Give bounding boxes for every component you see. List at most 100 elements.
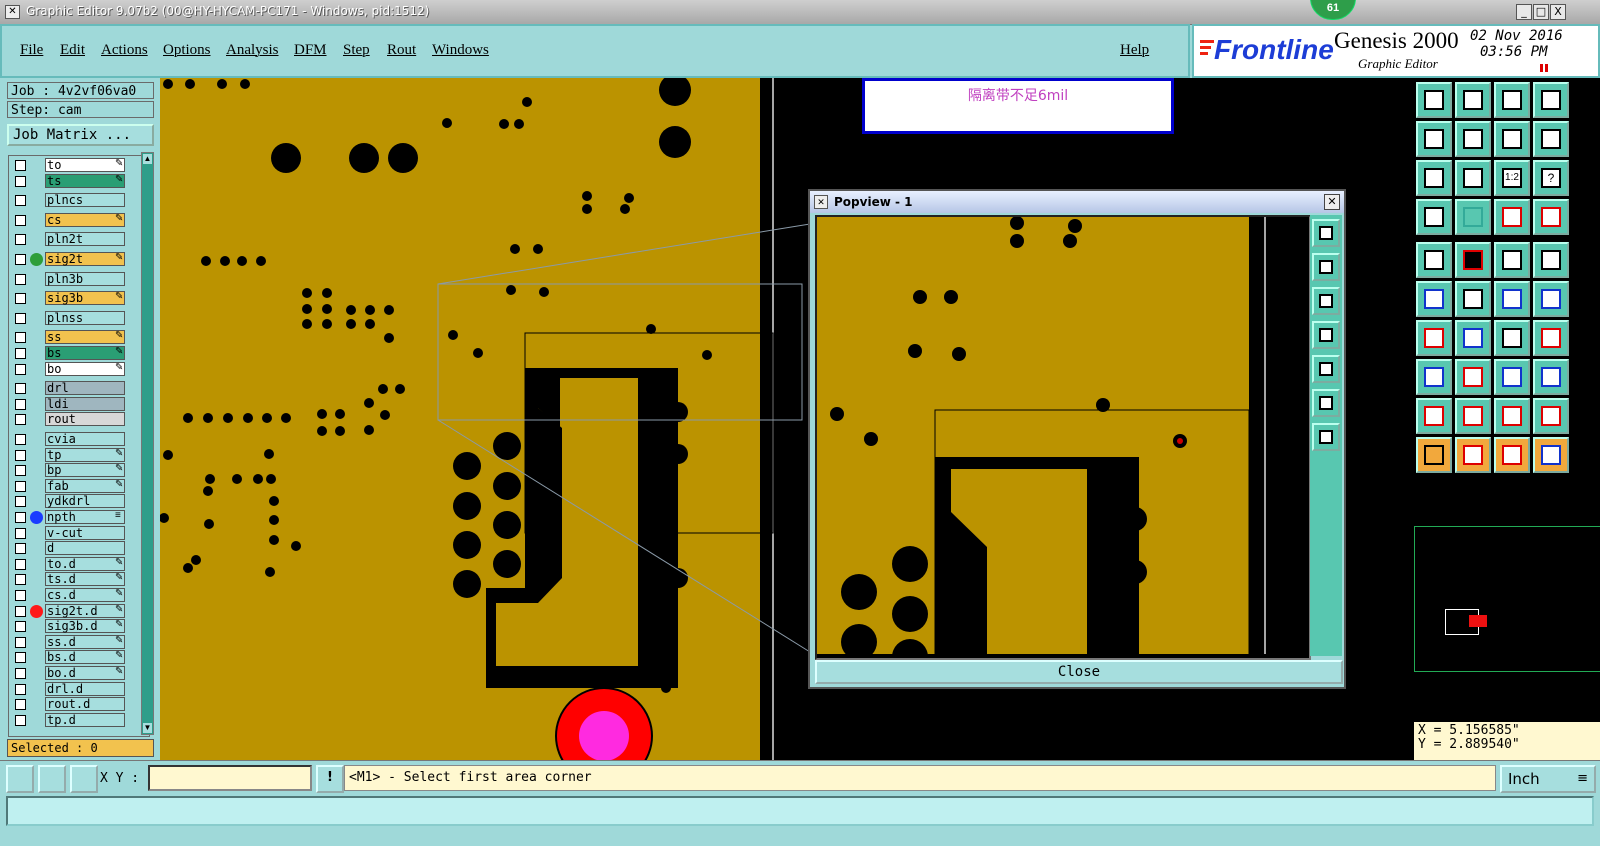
menu-dfm[interactable]: DFM xyxy=(294,42,327,59)
layer-settings-icon[interactable] xyxy=(1416,199,1452,235)
layer-row-sig3b[interactable]: sig3b ✎ xyxy=(9,291,131,306)
menu-file[interactable]: File xyxy=(20,42,43,59)
layer-name[interactable]: drl xyxy=(45,381,125,396)
layer-name[interactable]: to xyxy=(45,158,125,172)
layer-name[interactable]: ss.d xyxy=(45,634,125,649)
layer-name[interactable]: tp xyxy=(45,447,125,462)
menu-actions[interactable]: Actions xyxy=(101,42,148,59)
help-icon[interactable]: ? xyxy=(1533,160,1569,196)
home-icon[interactable] xyxy=(1494,82,1530,118)
layer-checkbox[interactable] xyxy=(15,348,26,359)
layer-row-bo[interactable]: bo ✎ xyxy=(9,361,131,377)
menu-options[interactable]: Options xyxy=(163,42,211,59)
layer-name[interactable]: pln2t xyxy=(45,232,125,247)
split-icon[interactable] xyxy=(1533,320,1569,356)
menu-help[interactable]: Help xyxy=(1120,42,1149,59)
layer-name[interactable]: plncs xyxy=(45,193,125,208)
layer-checkbox[interactable] xyxy=(15,414,26,426)
layer-name[interactable]: plnss xyxy=(45,310,125,325)
layer-name[interactable]: cs xyxy=(45,212,125,227)
layer-row-cs[interactable]: cs ✎ xyxy=(9,212,131,228)
scale-one-to-two-icon[interactable]: 1:2 xyxy=(1494,160,1530,196)
popview-pan-right-button[interactable] xyxy=(1312,355,1340,383)
layer-checkbox[interactable] xyxy=(15,363,26,375)
layer-row-ts[interactable]: ts ✎ xyxy=(9,173,131,189)
popview-center-button[interactable] xyxy=(1312,423,1340,451)
layer-checkbox[interactable] xyxy=(15,465,26,477)
layer-row-tp-d[interactable]: tp.d xyxy=(9,712,131,728)
zoom-down-icon[interactable] xyxy=(1455,82,1491,118)
layer-checkbox[interactable] xyxy=(15,234,26,246)
layer-name[interactable]: d xyxy=(45,541,125,556)
layer-checkbox[interactable] xyxy=(15,605,26,617)
layer-name[interactable]: rout xyxy=(45,412,125,427)
move-node-icon[interactable] xyxy=(1533,281,1569,317)
net-trace-icon[interactable] xyxy=(1533,199,1569,235)
layer-checkbox[interactable] xyxy=(15,273,26,285)
layer-row-d[interactable]: d xyxy=(9,541,131,556)
layer-checkbox[interactable] xyxy=(15,496,26,508)
layer-name[interactable]: sig3b xyxy=(45,291,125,306)
cut-line-icon[interactable] xyxy=(1455,359,1491,395)
layer-name[interactable]: rout.d xyxy=(45,697,125,712)
popview-zoom-out-button[interactable] xyxy=(1312,287,1340,315)
layer-name[interactable]: bs.d xyxy=(45,650,125,665)
warning-icon[interactable]: ! xyxy=(316,765,344,793)
maximize-button[interactable]: □ xyxy=(1533,4,1549,20)
fit-all-icon[interactable] xyxy=(1416,160,1452,196)
popview-close-icon[interactable]: ✕ xyxy=(1324,194,1340,210)
layer-checkbox[interactable] xyxy=(15,160,26,171)
polygon-cut-icon[interactable] xyxy=(1533,398,1569,434)
select-feature-icon[interactable] xyxy=(1416,359,1452,395)
swap-icon[interactable] xyxy=(1494,121,1530,157)
layer-checkbox[interactable] xyxy=(15,175,26,187)
layer-row-plncs[interactable]: plncs xyxy=(9,193,131,208)
layer-row-to[interactable]: to ✎ xyxy=(9,158,131,173)
popview-close-button[interactable]: Close xyxy=(815,660,1343,684)
layer-row-plnss[interactable]: plnss xyxy=(9,310,131,326)
layer-checkbox[interactable] xyxy=(15,195,26,207)
layer-row-cs-d[interactable]: cs.d ✎ xyxy=(9,588,131,603)
layer-name[interactable]: v-cut xyxy=(45,525,125,540)
popview-zoom-fit-button[interactable] xyxy=(1312,219,1340,247)
job-matrix-button[interactable]: Job Matrix ... xyxy=(7,124,154,146)
layer-checkbox[interactable] xyxy=(15,543,26,555)
popview-pan-left-button[interactable] xyxy=(1312,321,1340,349)
layer-name[interactable]: cvia xyxy=(45,432,125,446)
menu-step[interactable]: Step xyxy=(343,42,370,59)
popview-zoom-in-button[interactable] xyxy=(1312,253,1340,281)
layer-row-ydkdrl[interactable]: ydkdrl xyxy=(9,494,131,509)
layer-row-drl[interactable]: drl xyxy=(9,381,131,396)
draw-arc-icon[interactable] xyxy=(1494,320,1530,356)
close-window-button[interactable]: X xyxy=(1550,4,1566,20)
layer-name[interactable]: pln3b xyxy=(45,271,125,286)
popview-menu-icon[interactable]: ✕ xyxy=(814,195,828,209)
layer-checkbox[interactable] xyxy=(15,558,26,570)
polygon-add-icon[interactable] xyxy=(1455,398,1491,434)
layer-checkbox[interactable] xyxy=(15,214,26,226)
layer-checkbox[interactable] xyxy=(15,398,26,410)
layer-row-ss[interactable]: ss ✎ xyxy=(9,330,131,345)
layer-name[interactable]: bs xyxy=(45,346,125,360)
layer-checkbox[interactable] xyxy=(15,652,26,664)
pause-icon[interactable] xyxy=(1540,64,1548,72)
layer-checkbox[interactable] xyxy=(15,434,26,445)
layer-row-tp[interactable]: tp ✎ xyxy=(9,447,131,463)
resize-icon[interactable] xyxy=(1494,359,1530,395)
pointer-box-icon[interactable] xyxy=(1455,437,1491,473)
menu-rout[interactable]: Rout xyxy=(387,42,416,59)
popview-title-bar[interactable]: ✕ Popview - 1 ✕ xyxy=(810,191,1344,213)
layer-row-sig2t[interactable]: sig2t ✎ xyxy=(9,252,131,267)
overview-map[interactable] xyxy=(1414,526,1600,672)
layer-row-ldi[interactable]: ldi xyxy=(9,396,131,412)
layer-name[interactable]: ydkdrl xyxy=(45,494,125,509)
layer-row-v-cut[interactable]: v-cut xyxy=(9,525,131,541)
layer-name[interactable]: cs.d xyxy=(45,588,125,602)
layer-checkbox[interactable] xyxy=(15,699,26,711)
draw-segment-icon[interactable] xyxy=(1455,320,1491,356)
layer-row-to-d[interactable]: to.d ✎ xyxy=(9,556,131,572)
snap-icon[interactable] xyxy=(1533,121,1569,157)
layer-name[interactable]: bp xyxy=(45,463,125,478)
polygon-red-icon[interactable] xyxy=(1416,398,1452,434)
layer-checkbox[interactable] xyxy=(15,383,26,395)
